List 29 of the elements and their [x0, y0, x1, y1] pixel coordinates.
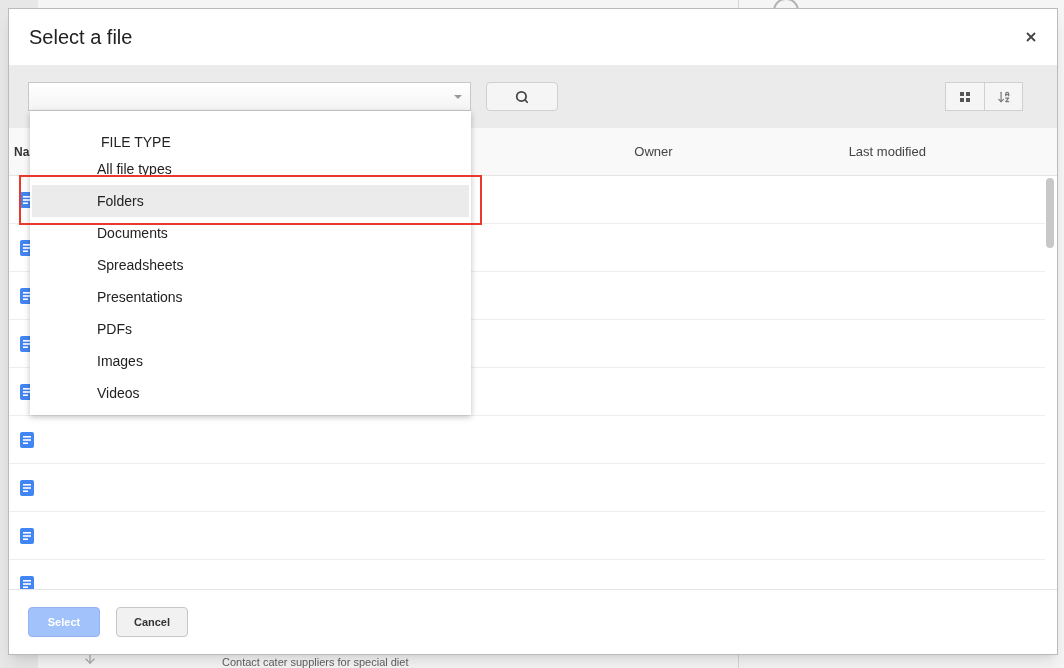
dialog-title: Select a file	[29, 25, 133, 50]
close-icon[interactable]	[1025, 31, 1037, 43]
arrow-down-icon	[83, 652, 97, 666]
column-header[interactable]: Na	[14, 142, 30, 161]
menu-item[interactable]: Presentations	[32, 281, 469, 313]
search-button[interactable]	[486, 82, 558, 111]
document-icon	[20, 575, 34, 589]
search-icon	[515, 89, 529, 104]
sort-button[interactable]	[985, 82, 1023, 111]
grid-view-button[interactable]	[945, 82, 985, 111]
column-header[interactable]: Last modified	[848, 141, 926, 162]
column-header[interactable]: Owner	[634, 141, 673, 162]
menu-item[interactable]: Images	[32, 345, 469, 377]
document-icon	[20, 479, 34, 496]
grid-icon	[959, 90, 971, 103]
menu-item[interactable]: PDFs	[32, 313, 469, 345]
scrollbar[interactable]	[1046, 178, 1054, 248]
cancel-button[interactable]: Cancel	[116, 607, 188, 637]
menu-item[interactable]: Documents	[32, 217, 469, 249]
file-type-field[interactable]	[28, 82, 471, 111]
menu-item[interactable]: Folders	[32, 185, 469, 217]
task-text: Contact cater suppliers for special diet	[222, 656, 409, 668]
menu-header: FILE TYPE	[101, 132, 171, 152]
menu-item[interactable]: Videos	[32, 377, 469, 409]
document-icon	[20, 527, 34, 544]
sort-icon	[996, 89, 1011, 104]
document-icon	[20, 431, 34, 448]
caret-icon	[454, 94, 462, 99]
menu-item[interactable]: Spreadsheets	[32, 249, 469, 281]
